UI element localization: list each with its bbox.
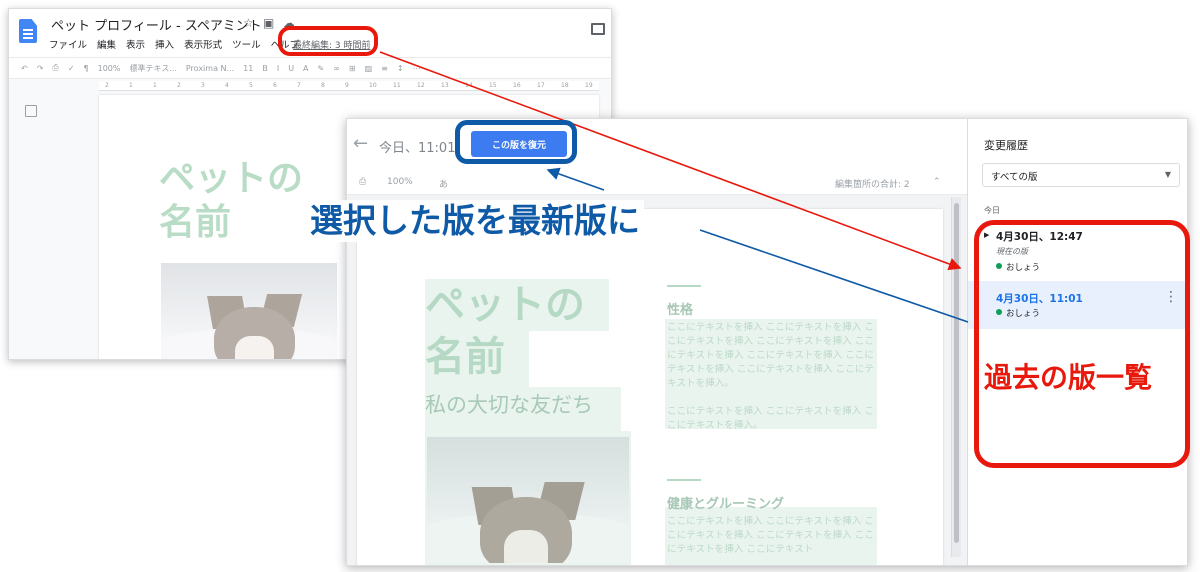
version-list-caption: 過去の版一覧: [984, 361, 1153, 394]
bold-icon[interactable]: B: [262, 64, 268, 73]
menu-view[interactable]: 表示: [126, 37, 145, 51]
ruler-tick: 6: [273, 82, 277, 89]
restore-caption: 選択した版を最新版に: [306, 200, 644, 242]
chevron-down-icon: ▼: [1164, 170, 1171, 179]
text-color-icon[interactable]: A: [303, 64, 308, 73]
back-arrow-icon[interactable]: ←: [353, 133, 368, 154]
undo-icon[interactable]: ↶: [21, 64, 28, 73]
italic-icon[interactable]: I: [277, 64, 279, 73]
ruler-tick: 4: [225, 82, 229, 89]
underline-icon[interactable]: U: [288, 64, 294, 73]
redo-icon[interactable]: ↷: [37, 64, 44, 73]
editor-toolbar: ↶ ↷ ⎙ ✓ ¶ 100% 標準テキス... Proxima N... 11 …: [9, 57, 611, 79]
ruler-tick: 12: [417, 82, 425, 89]
menu-tools[interactable]: ツール: [232, 37, 261, 51]
spellcheck-icon[interactable]: ✓: [68, 64, 75, 73]
previous-edit-icon[interactable]: ⌃: [933, 177, 941, 187]
last-edit-highlight: [278, 26, 378, 56]
align-icon[interactable]: ≡: [381, 64, 388, 73]
ruler-tick: 5: [249, 82, 253, 89]
section-heading-personality: 性格: [667, 303, 694, 318]
selected-version-label: 今日、11:01: [379, 141, 456, 156]
ruler-tick: 8: [321, 82, 325, 89]
print-icon[interactable]: ⎙: [359, 177, 366, 187]
insert-image-icon[interactable]: ▨: [365, 64, 373, 73]
menu-bar: ファイル 編集 表示 挿入 表示形式 ツール ヘルプ: [49, 37, 299, 51]
ruler-tick: 19: [585, 82, 593, 89]
section-text-health: ここにテキストを挿入 ここにテキストを挿入 ここにテキストを挿入 ここにテキスト…: [667, 516, 874, 555]
version-list-highlight: [974, 220, 1190, 468]
line-spacing-icon[interactable]: ↕: [397, 64, 404, 73]
version-group-label: 今日: [984, 206, 1000, 215]
ruler-tick: 11: [393, 82, 401, 89]
font-size-field[interactable]: 11: [243, 64, 253, 73]
sidebar-title: 変更履歴: [984, 139, 1028, 152]
font-select[interactable]: Proxima N...: [186, 64, 234, 73]
print-icon[interactable]: ⎙: [52, 63, 58, 73]
restore-button-highlight: [455, 120, 577, 164]
preview-scrollbar[interactable]: [951, 197, 961, 557]
section-divider: [667, 285, 701, 287]
ruler-tick: 14: [465, 82, 473, 89]
section-heading-health: 健康とグルーミング: [667, 497, 785, 512]
menu-file[interactable]: ファイル: [49, 37, 87, 51]
document-outline-icon[interactable]: [25, 105, 37, 117]
highlight-icon[interactable]: ✎: [318, 64, 325, 73]
document-title[interactable]: ペット プロフィール - スペアミント: [51, 15, 262, 34]
ruler-tick: 18: [561, 82, 569, 89]
zoom-select[interactable]: 100%: [98, 64, 121, 73]
paint-format-icon[interactable]: ¶: [84, 64, 89, 73]
dog-photo: [427, 437, 629, 563]
version-history-bar: ← 今日、11:01 この版を復元: [347, 119, 967, 171]
ruler-tick: 2: [105, 82, 109, 89]
pet-subtitle: 私の大切な友だち: [425, 393, 593, 417]
docs-logo-icon[interactable]: [19, 19, 37, 43]
menu-edit[interactable]: 編集: [97, 37, 116, 51]
section-divider: [667, 479, 701, 481]
input-tools-icon[interactable]: あ: [439, 177, 448, 190]
version-filter-select[interactable]: すべての版 ▼: [982, 163, 1180, 187]
section-text-personality: ここにテキストを挿入 ここにテキストを挿入 ここにテキストを挿入 ここにテキスト…: [667, 322, 874, 431]
menu-format[interactable]: 表示形式: [184, 37, 222, 51]
ruler-tick: 16: [513, 82, 521, 89]
pet-name-title: ペットの 名前: [425, 282, 585, 380]
version-filter-value: すべての版: [991, 172, 1038, 183]
style-select[interactable]: 標準テキス...: [129, 63, 176, 74]
star-icon[interactable]: ☆: [243, 16, 254, 30]
ruler-tick: 1: [129, 82, 133, 89]
edit-count: 編集箇所の合計: 2: [835, 180, 910, 190]
ruler-tick: 13: [441, 82, 449, 89]
pet-name-title: ペットの 名前: [159, 158, 304, 243]
ruler[interactable]: 2 1 1 2 3 4 5 6 7 8 9 10 11 12 13 14 15 16 17 18 19: [99, 81, 599, 91]
ruler-tick: 15: [489, 82, 497, 89]
ruler-tick: 1: [153, 82, 157, 89]
version-toolbar: ⎙ 100% あ 編集箇所の合計: 2 ⌃: [347, 171, 967, 195]
dog-photo: [161, 263, 337, 359]
link-icon[interactable]: ∞: [333, 64, 340, 73]
ruler-tick: 2: [177, 82, 181, 89]
ruler-tick: 17: [537, 82, 545, 89]
more-tools-icon[interactable]: ⋯: [413, 64, 421, 73]
move-folder-icon[interactable]: ▣: [263, 16, 274, 30]
comment-icon[interactable]: [591, 23, 605, 35]
insert-comment-icon[interactable]: ⊞: [349, 64, 356, 73]
ruler-tick: 10: [369, 82, 377, 89]
zoom-select[interactable]: 100%: [387, 177, 413, 187]
ruler-tick: 3: [201, 82, 205, 89]
menu-insert[interactable]: 挿入: [155, 37, 174, 51]
ruler-tick: 9: [345, 82, 349, 89]
ruler-tick: 7: [297, 82, 301, 89]
